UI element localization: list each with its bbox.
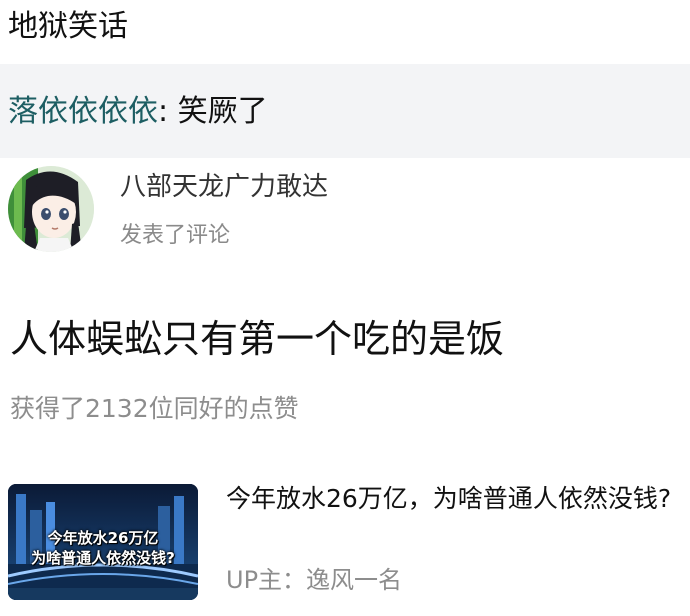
likes-count-text: 获得了2132位同好的点赞: [10, 394, 299, 423]
uploader-label: UP主：: [226, 566, 307, 594]
video-thumbnail[interactable]: 今年放水26万亿 为啥普通人依然没钱?: [8, 484, 198, 600]
thumbnail-caption-line2: 为啥普通人依然没钱?: [31, 549, 175, 567]
comment-body: 人体蜈蚣只有第一个吃的是饭: [10, 317, 505, 361]
page-title: 地狱笑话: [8, 9, 128, 44]
linked-video-card[interactable]: 今年放水26万亿 为啥普通人依然没钱? 今年放水26万亿，为啥普通人依然没钱? …: [0, 476, 690, 606]
commenter-name[interactable]: 八部天龙广力敢达: [120, 170, 328, 204]
anime-girl-avatar-icon: [8, 166, 94, 252]
comment-notification-page: 地狱笑话 落依依依依: 笑厥了 八部天龙广力敢达 发表了评论 人体蜈蚣只有第一个…: [0, 0, 690, 616]
reply-text: 笑厥了: [177, 94, 268, 129]
reply-line: 落依依依依: 笑厥了: [8, 92, 268, 132]
comment-action-label: 发表了评论: [120, 223, 231, 248]
thumbnail-caption: 今年放水26万亿 为啥普通人依然没钱?: [8, 528, 198, 568]
video-title[interactable]: 今年放水26万亿，为啥普通人依然没钱?: [226, 480, 682, 518]
reply-author[interactable]: 落依依依依: [8, 94, 158, 129]
reply-separator: :: [158, 94, 169, 129]
thumbnail-caption-line1: 今年放水26万亿: [47, 529, 159, 547]
uploader-name[interactable]: 逸风一名: [306, 566, 402, 594]
video-uploader: UP主：逸风一名: [226, 564, 402, 596]
quoted-reply[interactable]: 落依依依依: 笑厥了: [0, 64, 690, 158]
avatar[interactable]: [8, 166, 94, 252]
